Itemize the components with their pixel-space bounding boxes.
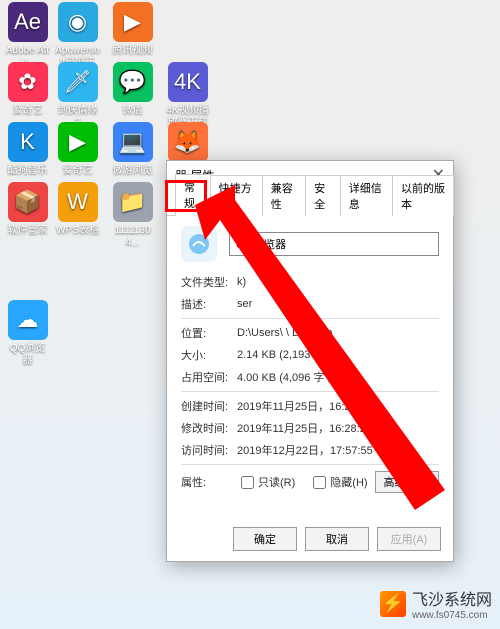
modified-value: 2019年11月25日，16:28:23 (237, 420, 439, 436)
app-icon: ☁ (8, 300, 48, 340)
size-label: 大小: (181, 347, 237, 363)
loc-value: D:\Users\ \ Desktop (237, 327, 439, 339)
desktop-icon-label: WPS表格 (55, 225, 100, 237)
desktop-icon[interactable]: AeAdobe After... (5, 2, 50, 69)
watermark: ⚡ 飞沙系统网 www.fs0745.com (380, 586, 492, 621)
app-icon: ▶ (58, 122, 98, 162)
desktop-icon[interactable]: ◉Apowersoft录屏王 (55, 2, 100, 69)
desktop-icon-label: 微信 (110, 105, 155, 117)
desktop-icon[interactable]: ✿ 爱奇艺 (5, 62, 50, 117)
desktop-icon-label: 11111304... (110, 225, 155, 249)
modified-label: 修改时间: (181, 420, 237, 436)
desktop-icon-label: 腾讯视频 (110, 45, 155, 57)
tab-strip: 常规快捷方式兼容性安全详细信息以前的版本 (167, 191, 453, 216)
app-icon: ✿ (8, 62, 48, 102)
dialog-body: 文件类型:k) 描述:ser 位置:D:\Users\ \ Desktop 大小… (167, 216, 453, 505)
readonly-checkbox[interactable] (241, 476, 254, 489)
desktop-icon[interactable]: ▶ 爱奇艺 (55, 122, 100, 177)
created-label: 创建时间: (181, 398, 237, 414)
hidden-checkbox[interactable] (313, 476, 326, 489)
accessed-label: 访问时间: (181, 442, 237, 458)
tab-快捷方式[interactable]: 快捷方式 (210, 175, 263, 216)
type-label: 文件类型: (181, 274, 237, 290)
separator (181, 464, 439, 465)
app-icon: Ae (8, 2, 48, 42)
created-value: 2019年11月25日，16:28:23 (237, 398, 439, 414)
ok-button[interactable]: 确定 (233, 527, 297, 551)
separator (181, 318, 439, 319)
app-icon: K (8, 122, 48, 162)
app-icon: 🦊 (168, 122, 208, 162)
desktop-icon-label: 傲游浏览 (110, 165, 155, 177)
dialog-footer: 确定 取消 应用(A) (233, 527, 441, 551)
app-icon: 🗡 (58, 62, 98, 102)
watermark-url: www.fs0745.com (412, 610, 492, 621)
cancel-button[interactable]: 取消 (305, 527, 369, 551)
advanced-button[interactable]: 高级(D)... (375, 471, 439, 493)
desktop-icon[interactable]: K 酷狗音乐 (5, 122, 50, 177)
ondisk-value: 4.00 KB (4,096 字节) (237, 369, 439, 385)
desktop-icon[interactable]: ▶ 腾讯视频 (110, 2, 155, 57)
desktop-icon[interactable]: W WPS表格 (55, 182, 100, 237)
desktop-icon[interactable]: 📦 软件管家 (5, 182, 50, 237)
watermark-logo-icon: ⚡ (380, 591, 406, 617)
desktop-icon-label: 软件管家 (5, 225, 50, 237)
separator (181, 391, 439, 392)
desc-value: ser (237, 298, 439, 310)
app-icon: W (58, 182, 98, 222)
app-icon: 📁 (113, 182, 153, 222)
app-icon: 📦 (8, 182, 48, 222)
readonly-label: 只读(R) (258, 474, 295, 490)
hidden-label: 隐藏(H) (330, 474, 367, 490)
accessed-value: 2019年12月22日，17:57:55 (237, 442, 439, 458)
attr-label: 属性: (181, 474, 237, 490)
desktop-icon-label: QQ浏览器 (5, 343, 50, 367)
loc-label: 位置: (181, 325, 237, 341)
desktop-icon-label: 爱奇艺 (55, 165, 100, 177)
desktop-icon[interactable]: 🗡剑侠情缘3 (55, 62, 100, 129)
app-icon: 4K (168, 62, 208, 102)
tab-详细信息[interactable]: 详细信息 (340, 175, 393, 216)
tab-以前的版本[interactable]: 以前的版本 (392, 175, 454, 216)
file-type-icon (181, 226, 217, 262)
tab-兼容性[interactable]: 兼容性 (262, 175, 306, 216)
desktop-icon-label: 爱奇艺 (5, 105, 50, 117)
watermark-brand: 飞沙系统网 (412, 592, 492, 609)
properties-dialog: 器 属性 ✕ 常规快捷方式兼容性安全详细信息以前的版本 文件类型:k) 描述:s… (166, 160, 454, 562)
desktop-icon[interactable]: 💬 微信 (110, 62, 155, 117)
desktop-icon[interactable]: ☁ QQ浏览器 (5, 300, 50, 367)
desktop-icon[interactable]: 💻 傲游浏览 (110, 122, 155, 177)
desc-label: 描述: (181, 296, 237, 312)
file-name-input[interactable] (229, 232, 439, 256)
ondisk-label: 占用空间: (181, 369, 237, 385)
apply-button[interactable]: 应用(A) (377, 527, 441, 551)
desktop: AeAdobe After...◉Apowersoft录屏王 ▶ 腾讯视频 ✿ 爱奇艺 🗡… (0, 0, 500, 629)
app-icon: ▶ (113, 2, 153, 42)
desktop-icon-label: 酷狗音乐 (5, 165, 50, 177)
tab-常规[interactable]: 常规 (175, 174, 211, 216)
size-value: 2.14 KB (2,193 (237, 349, 439, 361)
type-value: k) (237, 276, 439, 288)
app-icon: ◉ (58, 2, 98, 42)
app-icon: 💻 (113, 122, 153, 162)
app-icon: 💬 (113, 62, 153, 102)
tab-安全[interactable]: 安全 (305, 175, 341, 216)
desktop-icon[interactable]: 📁 11111304... (110, 182, 155, 249)
